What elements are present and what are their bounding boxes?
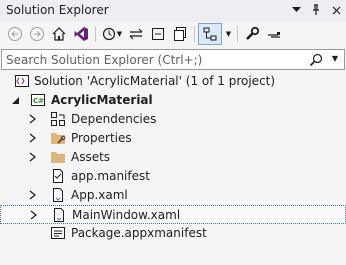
- tree-row-project[interactable]: C# AcrylicMaterial: [0, 91, 346, 110]
- tree-item-label: Assets: [71, 150, 111, 164]
- properties-pane-icon[interactable]: [263, 23, 285, 45]
- toolbar-separator: [237, 26, 238, 42]
- tree-row-solution[interactable]: Solution 'AcrylicMaterial' (1 of 1 proje…: [0, 72, 346, 91]
- close-icon[interactable]: [328, 2, 344, 18]
- collapsed-arrow-icon[interactable]: [28, 114, 38, 124]
- search-options-dropdown-icon[interactable]: ▼: [332, 54, 338, 63]
- preview-dropdown-icon[interactable]: ▼: [222, 23, 234, 45]
- sync-icon[interactable]: [125, 23, 147, 45]
- xaml-file-icon: [50, 187, 66, 203]
- search-box[interactable]: Search Solution Explorer (Ctrl+;) ▼: [1, 49, 345, 70]
- tree-row-mainwindow-xaml[interactable]: MainWindow.xaml: [0, 205, 346, 224]
- home-icon[interactable]: [48, 23, 70, 45]
- tree-row-assets[interactable]: Assets: [0, 148, 346, 167]
- tree-row-app-manifest[interactable]: app.manifest: [0, 167, 346, 186]
- solution-label: Solution 'AcrylicMaterial' (1 of 1 proje…: [34, 74, 276, 88]
- collapsed-arrow-icon[interactable]: [28, 190, 38, 200]
- toolbar-separator: [95, 26, 96, 42]
- folder-icon: [50, 149, 66, 165]
- tree-row-package-appxmanifest[interactable]: Package.appxmanifest: [0, 224, 346, 243]
- solution-tree: Solution 'AcrylicMaterial' (1 of 1 proje…: [0, 72, 346, 265]
- tree-row-dependencies[interactable]: Dependencies: [0, 110, 346, 129]
- forward-arrow-icon[interactable]: [26, 23, 48, 45]
- tree-item-label: app.manifest: [71, 169, 150, 183]
- tree-item-label: Dependencies: [71, 112, 157, 126]
- properties-folder-icon: [50, 130, 66, 146]
- window-buttons: [288, 2, 344, 18]
- xaml-file-icon: [51, 207, 67, 223]
- history-icon[interactable]: ▼: [99, 23, 125, 45]
- dependencies-icon: [50, 111, 66, 127]
- tree-item-label: App.xaml: [71, 188, 128, 202]
- tree-row-app-xaml[interactable]: App.xaml: [0, 186, 346, 205]
- tree-item-label: Package.appxmanifest: [71, 226, 207, 240]
- tree-row-properties[interactable]: Properties: [0, 129, 346, 148]
- options-dropdown-icon[interactable]: [288, 2, 304, 18]
- collapsed-arrow-icon[interactable]: [29, 210, 39, 220]
- preview-selected-icon[interactable]: [198, 23, 222, 45]
- title-bar: Solution Explorer: [0, 0, 346, 22]
- expanded-arrow-icon[interactable]: [10, 95, 20, 105]
- search-icon[interactable]: [308, 52, 324, 68]
- wrench-icon[interactable]: [241, 23, 263, 45]
- pin-icon[interactable]: [308, 2, 324, 18]
- visual-studio-icon[interactable]: [70, 23, 92, 45]
- manifest-file-icon: [50, 168, 66, 184]
- toolbar: ▼ ▼: [0, 22, 346, 46]
- search-input[interactable]: Search Solution Explorer (Ctrl+;): [6, 53, 202, 67]
- project-label: AcrylicMaterial: [51, 93, 153, 107]
- collapsed-arrow-icon[interactable]: [28, 152, 38, 162]
- appxmanifest-file-icon: [50, 225, 66, 241]
- back-arrow-icon[interactable]: [4, 23, 26, 45]
- solution-icon: [14, 73, 30, 89]
- tree-item-label: MainWindow.xaml: [72, 208, 181, 222]
- svg-text:C#: C#: [33, 97, 44, 105]
- tree-item-label: Properties: [71, 131, 132, 145]
- show-all-files-icon[interactable]: [169, 23, 191, 45]
- window-title: Solution Explorer: [6, 3, 109, 17]
- collapsed-arrow-icon[interactable]: [28, 133, 38, 143]
- toolbar-separator: [194, 26, 195, 42]
- collapse-all-icon[interactable]: [147, 23, 169, 45]
- csharp-project-icon: C#: [30, 92, 46, 108]
